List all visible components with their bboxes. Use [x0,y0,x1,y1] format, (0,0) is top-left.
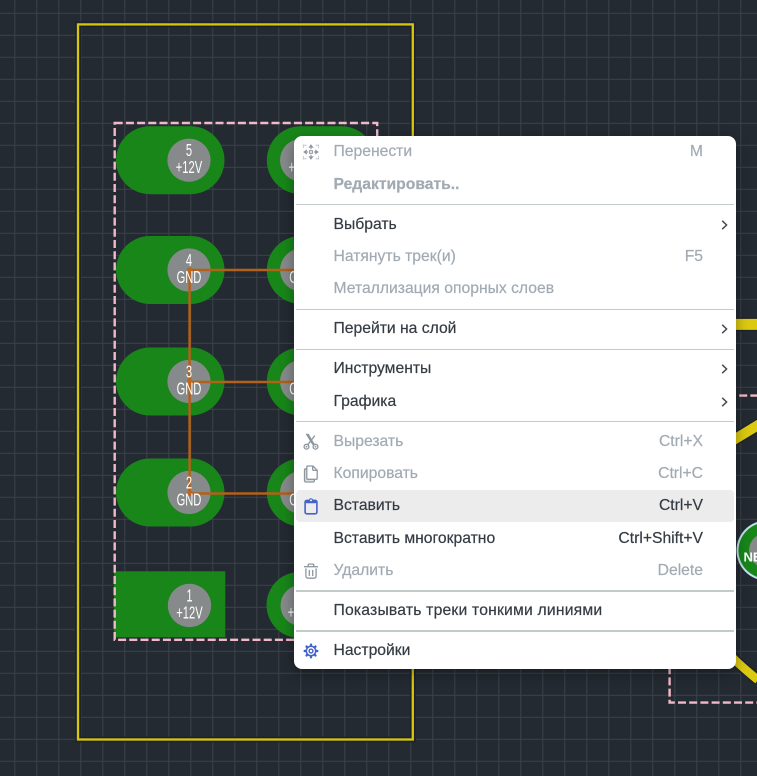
svg-text:+12V: +12V [176,157,202,177]
svg-text:GND: GND [177,267,202,287]
svg-text:GND: GND [177,379,202,399]
svg-text:NET1: NET1 [744,550,757,565]
svg-text:GND: GND [177,490,202,510]
svg-text:+12V: +12V [176,603,202,623]
